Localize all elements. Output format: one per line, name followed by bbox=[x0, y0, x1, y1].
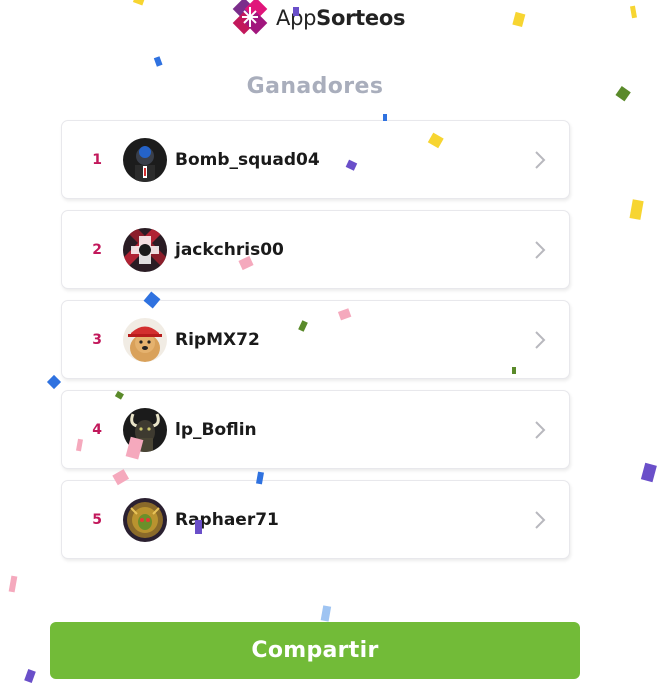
winner-rank: 2 bbox=[92, 241, 102, 258]
winner-username: RipMX72 bbox=[175, 329, 260, 350]
winner-card-4[interactable]: 4 lp_Boflin bbox=[61, 390, 570, 469]
winner-card-5[interactable]: 5 Raphaer71 bbox=[61, 480, 570, 559]
chevron-right-icon bbox=[535, 241, 546, 259]
winner-rank: 1 bbox=[92, 151, 102, 168]
chevron-right-icon bbox=[535, 511, 546, 529]
page-title: Ganadores bbox=[246, 74, 384, 99]
avatar bbox=[123, 227, 167, 272]
winner-username: Raphaer71 bbox=[175, 509, 279, 530]
share-button[interactable]: Compartir bbox=[50, 622, 580, 679]
chevron-right-icon bbox=[535, 331, 546, 349]
winner-list: 1 Bomb_squad04 2 jackchris00 3 RipMX72 4… bbox=[61, 120, 570, 570]
avatar bbox=[123, 497, 167, 542]
app-logo[interactable]: AppSorteos bbox=[230, 0, 410, 36]
avatar bbox=[123, 317, 167, 362]
appsorteos-logo-icon bbox=[230, 0, 270, 37]
winner-card-2[interactable]: 2 jackchris00 bbox=[61, 210, 570, 289]
winner-username: jackchris00 bbox=[175, 239, 284, 260]
winner-rank: 4 bbox=[92, 421, 102, 438]
winner-username: Bomb_squad04 bbox=[175, 149, 320, 170]
page: AppSorteos Ganadores 1 Bomb_squad04 2 ja… bbox=[0, 0, 670, 695]
avatar bbox=[123, 407, 167, 452]
logo-text-regular: App bbox=[276, 6, 317, 30]
app-logo-text: AppSorteos bbox=[276, 6, 405, 30]
winner-rank: 5 bbox=[92, 511, 102, 528]
chevron-right-icon bbox=[535, 421, 546, 439]
avatar bbox=[123, 137, 167, 182]
winner-card-3[interactable]: 3 RipMX72 bbox=[61, 300, 570, 379]
winner-rank: 3 bbox=[92, 331, 102, 348]
winner-card-1[interactable]: 1 Bomb_squad04 bbox=[61, 120, 570, 199]
logo-text-bold: Sorteos bbox=[316, 6, 406, 30]
winner-username: lp_Boflin bbox=[175, 419, 257, 440]
chevron-right-icon bbox=[535, 151, 546, 169]
